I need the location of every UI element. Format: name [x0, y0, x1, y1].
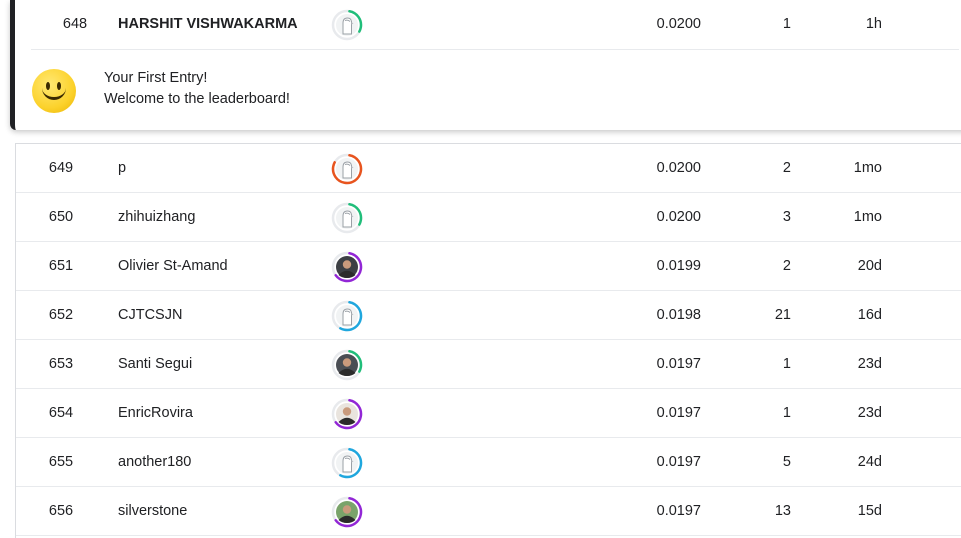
rank-cell: 653 [48, 356, 74, 372]
avatar[interactable] [331, 9, 363, 41]
entries-cell: 1 [782, 356, 791, 372]
score-cell: 0.0197 [656, 405, 701, 421]
leaderboard-row[interactable]: 656 silverstone 0.0197 13 15d [16, 487, 961, 536]
first-entry-text: Your First Entry! Welcome to the leaderb… [104, 68, 290, 110]
team-name-link[interactable]: CJTCSJN [118, 291, 182, 339]
avatar[interactable] [331, 251, 363, 283]
entries-cell: 1 [782, 405, 791, 421]
smiley-face-icon [32, 69, 76, 113]
entries-cell: 13 [774, 503, 791, 519]
score-cell: 0.0197 [656, 503, 701, 519]
team-name-link[interactable]: Olivier St-Amand [118, 242, 228, 290]
entries-cell: 3 [782, 209, 791, 225]
leaderboard-row[interactable]: 654 EnricRovira 0.0197 1 23d [16, 389, 961, 438]
team-name-link[interactable]: silverstone [118, 487, 187, 535]
entries-cell: 2 [782, 160, 791, 176]
current-user-row[interactable]: 648 HARSHIT VISHWAKARMA 0.0200 1 1h [31, 0, 959, 50]
rank-cell: 649 [48, 160, 74, 176]
leaderboard-row[interactable]: 652 CJTCSJN 0.0198 21 16d [16, 291, 961, 340]
last-submission-cell: 23d [857, 356, 882, 372]
leaderboard-view: 648 HARSHIT VISHWAKARMA 0.0200 1 1h Your… [0, 0, 961, 538]
last-submission-cell: 20d [857, 258, 882, 274]
entries-cell: 21 [774, 307, 791, 323]
last-submission-cell: 1mo [853, 209, 882, 225]
leaderboard-row[interactable]: 655 another180 0.0197 5 24d [16, 438, 961, 487]
avatar[interactable] [331, 447, 363, 479]
score-cell: 0.0199 [656, 258, 701, 274]
rank-cell: 656 [48, 503, 74, 519]
first-entry-message: Your First Entry! Welcome to the leaderb… [32, 65, 290, 113]
score-cell: 0.0198 [656, 307, 701, 323]
avatar[interactable] [331, 202, 363, 234]
score-cell: 0.0200 [656, 160, 701, 176]
team-name-link[interactable]: EnricRovira [118, 389, 193, 437]
rank-cell: 648 [62, 16, 88, 32]
score-cell: 0.0197 [656, 454, 701, 470]
avatar[interactable] [331, 300, 363, 332]
leaderboard-row[interactable]: 653 Santi Segui 0.0197 1 23d [16, 340, 961, 389]
leaderboard-row[interactable]: 650 zhihuizhang 0.0200 3 1mo [16, 193, 961, 242]
last-submission-cell: 24d [857, 454, 882, 470]
leaderboard-row[interactable]: 649 p 0.0200 2 1mo [16, 144, 961, 193]
team-name-link[interactable]: another180 [118, 438, 191, 486]
leaderboard-row[interactable]: 651 Olivier St-Amand 0.0199 2 20d [16, 242, 961, 291]
avatar[interactable] [331, 349, 363, 381]
current-user-entry-card: 648 HARSHIT VISHWAKARMA 0.0200 1 1h Your… [10, 0, 961, 130]
leaderboard-list: 649 p 0.0200 2 1mo 650 zhihuizhang 0.020… [15, 143, 961, 538]
team-name-link[interactable]: HARSHIT VISHWAKARMA [118, 0, 298, 49]
team-name-link[interactable]: p [118, 144, 126, 192]
entries-cell: 2 [782, 258, 791, 274]
rank-cell: 655 [48, 454, 74, 470]
last-submission-cell: 15d [857, 503, 882, 519]
entries-cell: 5 [782, 454, 791, 470]
last-submission-cell: 1h [865, 16, 882, 32]
rank-cell: 650 [48, 209, 74, 225]
score-cell: 0.0200 [656, 16, 701, 32]
avatar[interactable] [331, 398, 363, 430]
avatar[interactable] [331, 496, 363, 528]
first-entry-title: Your First Entry! [104, 70, 208, 86]
rank-cell: 651 [48, 258, 74, 274]
rank-cell: 652 [48, 307, 74, 323]
last-submission-cell: 23d [857, 405, 882, 421]
last-submission-cell: 1mo [853, 160, 882, 176]
team-name-link[interactable]: Santi Segui [118, 340, 192, 388]
score-cell: 0.0197 [656, 356, 701, 372]
rank-cell: 654 [48, 405, 74, 421]
entries-cell: 1 [782, 16, 791, 32]
score-cell: 0.0200 [656, 209, 701, 225]
last-submission-cell: 16d [857, 307, 882, 323]
avatar[interactable] [331, 153, 363, 185]
first-entry-subtitle: Welcome to the leaderboard! [104, 91, 290, 107]
team-name-link[interactable]: zhihuizhang [118, 193, 195, 241]
